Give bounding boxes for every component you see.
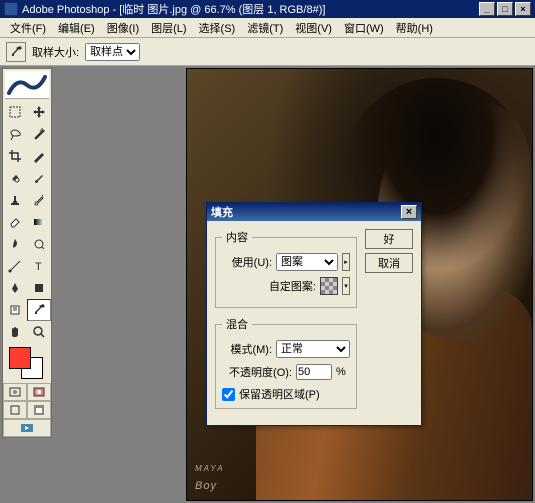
- content-group: 内容 使用(U): 图案 ▸ 自定图案: ▾: [215, 229, 357, 308]
- menubar: 文件(F) 编辑(E) 图像(I) 图层(L) 选择(S) 滤镜(T) 视图(V…: [0, 18, 535, 38]
- toolbox: T: [2, 68, 52, 438]
- tool-move[interactable]: [27, 101, 51, 123]
- screenmode-full-menu[interactable]: [27, 401, 51, 419]
- menu-window[interactable]: 窗口(W): [338, 18, 390, 38]
- tool-marquee[interactable]: [3, 101, 27, 123]
- tool-blur[interactable]: [3, 233, 27, 255]
- screenmode-standard[interactable]: [3, 401, 27, 419]
- tool-brush[interactable]: [27, 167, 51, 189]
- custom-pattern-label: 自定图案:: [269, 278, 316, 294]
- menu-image[interactable]: 图像(I): [101, 18, 145, 38]
- tool-dodge[interactable]: [27, 233, 51, 255]
- tool-type[interactable]: T: [27, 255, 51, 277]
- opacity-input[interactable]: [296, 364, 332, 380]
- tool-wand[interactable]: [27, 123, 51, 145]
- quickmask-off[interactable]: [3, 383, 27, 401]
- cancel-button[interactable]: 取消: [365, 253, 413, 273]
- tool-zoom[interactable]: [27, 321, 51, 343]
- jump-imageready[interactable]: [3, 419, 51, 437]
- tool-pen[interactable]: [3, 277, 27, 299]
- blend-legend: 混合: [222, 316, 252, 332]
- tool-history-brush[interactable]: [27, 189, 51, 211]
- tool-eyedropper[interactable]: [27, 299, 51, 321]
- content-legend: 内容: [222, 229, 252, 245]
- dialog-close-button[interactable]: ×: [401, 205, 417, 219]
- app-titlebar: Adobe Photoshop - [临时 图片.jpg @ 66.7% (图层…: [0, 0, 535, 18]
- pattern-flyout-icon[interactable]: ▾: [342, 277, 350, 295]
- menu-view[interactable]: 视图(V): [289, 18, 338, 38]
- blend-group: 混合 模式(M): 正常 不透明度(O): % 保留透明区域(P): [215, 316, 357, 409]
- maximize-button[interactable]: □: [497, 2, 513, 16]
- workspace: T MAYA B: [0, 66, 535, 503]
- svg-text:T: T: [35, 261, 42, 273]
- sample-size-label: 取样大小:: [32, 44, 79, 60]
- tool-notes[interactable]: [3, 299, 27, 321]
- opacity-unit: %: [336, 366, 346, 378]
- tool-gradient[interactable]: [27, 211, 51, 233]
- tool-healing[interactable]: [3, 167, 27, 189]
- tool-shape[interactable]: [27, 277, 51, 299]
- tool-slice[interactable]: [27, 145, 51, 167]
- watermark: MAYA Boy: [195, 464, 225, 494]
- tool-stamp[interactable]: [3, 189, 27, 211]
- menu-file[interactable]: 文件(F): [4, 18, 52, 38]
- menu-help[interactable]: 帮助(H): [390, 18, 439, 38]
- dialog-title: 填充: [211, 204, 401, 220]
- tool-crop[interactable]: [3, 145, 27, 167]
- menu-select[interactable]: 选择(S): [193, 18, 242, 38]
- options-bar: 取样大小: 取样点: [0, 38, 535, 66]
- preserve-transparency-checkbox[interactable]: [222, 388, 235, 401]
- tool-hand[interactable]: [3, 321, 27, 343]
- menu-filter[interactable]: 滤镜(T): [241, 18, 289, 38]
- tool-eraser[interactable]: [3, 211, 27, 233]
- eyedropper-tool-icon[interactable]: [6, 42, 26, 62]
- color-swatches: [3, 343, 51, 383]
- brush-preview[interactable]: [5, 71, 49, 99]
- dialog-titlebar[interactable]: 填充 ×: [207, 203, 421, 221]
- opacity-label: 不透明度(O):: [222, 364, 292, 380]
- minimize-button[interactable]: _: [479, 2, 495, 16]
- app-icon: [4, 2, 18, 16]
- ok-button[interactable]: 好: [365, 229, 413, 249]
- close-button[interactable]: ×: [515, 2, 531, 16]
- app-title: Adobe Photoshop - [临时 图片.jpg @ 66.7% (图层…: [22, 1, 477, 17]
- tool-path[interactable]: [3, 255, 27, 277]
- tool-lasso[interactable]: [3, 123, 27, 145]
- pattern-preview[interactable]: [320, 277, 338, 295]
- fill-dialog: 填充 × 好 取消 内容 使用(U): 图案 ▸ 自定图案: ▾: [206, 202, 422, 426]
- sample-size-select[interactable]: 取样点: [85, 43, 140, 61]
- preserve-transparency-label: 保留透明区域(P): [239, 386, 320, 402]
- mode-label: 模式(M):: [222, 341, 272, 357]
- use-flyout-icon[interactable]: ▸: [342, 253, 350, 271]
- quickmask-on[interactable]: [27, 383, 51, 401]
- menu-layer[interactable]: 图层(L): [145, 18, 192, 38]
- use-select[interactable]: 图案: [276, 253, 338, 271]
- foreground-color[interactable]: [9, 347, 31, 369]
- use-label: 使用(U):: [222, 254, 272, 270]
- mode-select[interactable]: 正常: [276, 340, 350, 358]
- menu-edit[interactable]: 编辑(E): [52, 18, 101, 38]
